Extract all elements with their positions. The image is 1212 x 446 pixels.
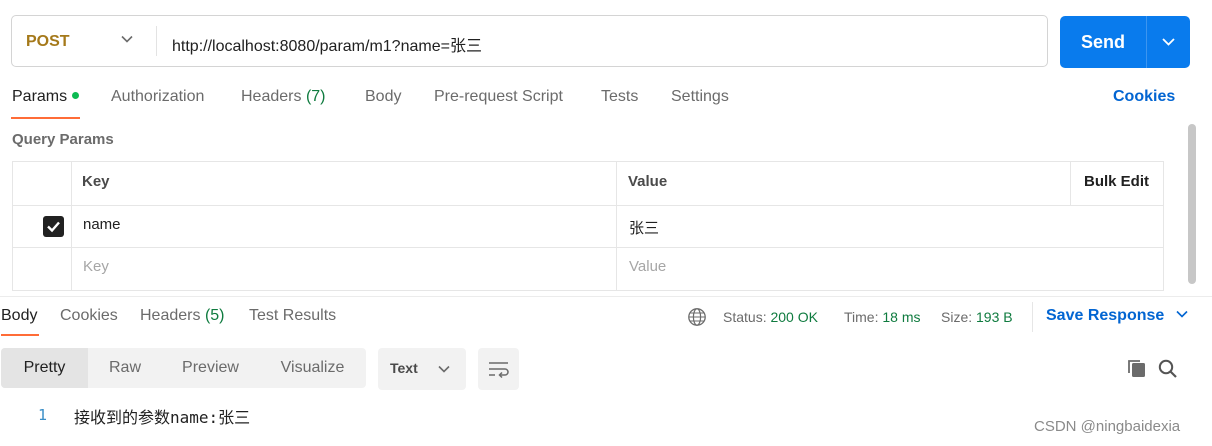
wrap-lines-icon	[489, 362, 509, 379]
response-tab-headers[interactable]: Headers (5)	[140, 307, 225, 325]
chevron-down-icon[interactable]	[120, 32, 134, 51]
param-value-cell[interactable]: 张三	[629, 217, 659, 238]
globe-icon[interactable]	[687, 307, 707, 332]
copy-icon[interactable]	[1126, 358, 1148, 385]
param-key-cell[interactable]: name	[83, 216, 121, 233]
format-select-label: Text	[390, 360, 418, 376]
bulk-edit-button[interactable]: Bulk Edit	[1084, 173, 1149, 190]
size-label: Size:	[941, 309, 973, 325]
send-button-group: Send	[1060, 16, 1190, 68]
save-response-label: Save Response	[1046, 307, 1165, 324]
format-select[interactable]: Text	[378, 348, 466, 390]
query-params-title: Query Params	[12, 131, 114, 148]
view-mode-raw[interactable]: Raw	[88, 348, 162, 388]
table-divider	[12, 205, 1164, 206]
tab-headers-label: Headers	[241, 88, 302, 105]
table-divider	[12, 247, 1164, 248]
table-divider	[71, 161, 72, 291]
params-active-dot-icon	[72, 92, 80, 100]
chevron-down-icon	[1176, 310, 1188, 318]
tab-authorization[interactable]: Authorization	[111, 88, 204, 106]
tab-tests[interactable]: Tests	[601, 88, 638, 106]
response-tab-test-results[interactable]: Test Results	[249, 307, 336, 325]
view-mode-pretty[interactable]: Pretty	[1, 348, 88, 388]
param-enabled-checkbox[interactable]	[43, 216, 64, 237]
section-divider	[0, 296, 1212, 297]
new-key-input[interactable]: Key	[83, 258, 109, 275]
view-mode-preview[interactable]: Preview	[162, 348, 259, 388]
tab-params[interactable]: Params	[12, 88, 80, 106]
response-tab-body[interactable]: Body	[1, 307, 37, 325]
status-divider	[1032, 302, 1033, 332]
method-select[interactable]: POST	[26, 33, 70, 51]
response-tab-headers-count: (5)	[204, 307, 225, 324]
chevron-down-icon	[437, 362, 451, 381]
tab-body[interactable]: Body	[365, 88, 401, 106]
url-input[interactable]: http://localhost:8080/param/m1?name=张三	[172, 32, 482, 56]
column-header-value: Value	[628, 173, 668, 190]
active-tab-underline	[11, 117, 80, 119]
time-value: 18 ms	[882, 309, 921, 325]
url-divider	[156, 26, 157, 56]
watermark: CSDN @ningbaidexia	[1034, 418, 1181, 435]
cookies-link[interactable]: Cookies	[1113, 88, 1175, 106]
response-active-tab-underline	[1, 334, 39, 336]
view-mode-visualize[interactable]: Visualize	[259, 348, 366, 388]
view-mode-segmented-control: Pretty Raw Preview Visualize	[1, 348, 366, 388]
column-header-key: Key	[82, 173, 110, 190]
scrollbar-thumb[interactable]	[1188, 124, 1196, 284]
send-options-chevron-icon[interactable]	[1147, 16, 1190, 68]
tab-settings[interactable]: Settings	[671, 88, 729, 106]
checkmark-icon	[47, 221, 60, 233]
table-divider	[1070, 161, 1071, 205]
status-value: 200 OK	[770, 309, 818, 325]
size-info[interactable]: Size: 193 B	[941, 309, 1013, 325]
table-divider	[616, 161, 617, 291]
tab-headers[interactable]: Headers (7)	[241, 88, 326, 106]
send-button[interactable]: Send	[1060, 16, 1146, 68]
time-info[interactable]: Time: 18 ms	[844, 309, 921, 325]
query-params-table	[12, 161, 1164, 291]
time-label: Time:	[844, 309, 879, 325]
search-icon[interactable]	[1157, 358, 1179, 385]
new-value-input[interactable]: Value	[629, 258, 666, 275]
save-response-button[interactable]: Save Response	[1046, 307, 1189, 325]
status-info[interactable]: Status: 200 OK	[723, 309, 818, 325]
status-label: Status:	[723, 309, 767, 325]
tab-headers-count: (7)	[305, 88, 326, 105]
url-bar: POST http://localhost:8080/param/m1?name…	[11, 15, 1048, 67]
response-tab-cookies[interactable]: Cookies	[60, 307, 118, 325]
tab-params-label: Params	[12, 88, 68, 105]
wrap-lines-button[interactable]	[478, 348, 519, 390]
response-tab-headers-label: Headers	[140, 307, 201, 324]
line-number: 1	[38, 406, 48, 424]
response-body-content[interactable]: 接收到的参数name:张三	[74, 404, 250, 428]
size-value: 193 B	[976, 309, 1013, 325]
tab-pre-request-script[interactable]: Pre-request Script	[434, 88, 563, 106]
